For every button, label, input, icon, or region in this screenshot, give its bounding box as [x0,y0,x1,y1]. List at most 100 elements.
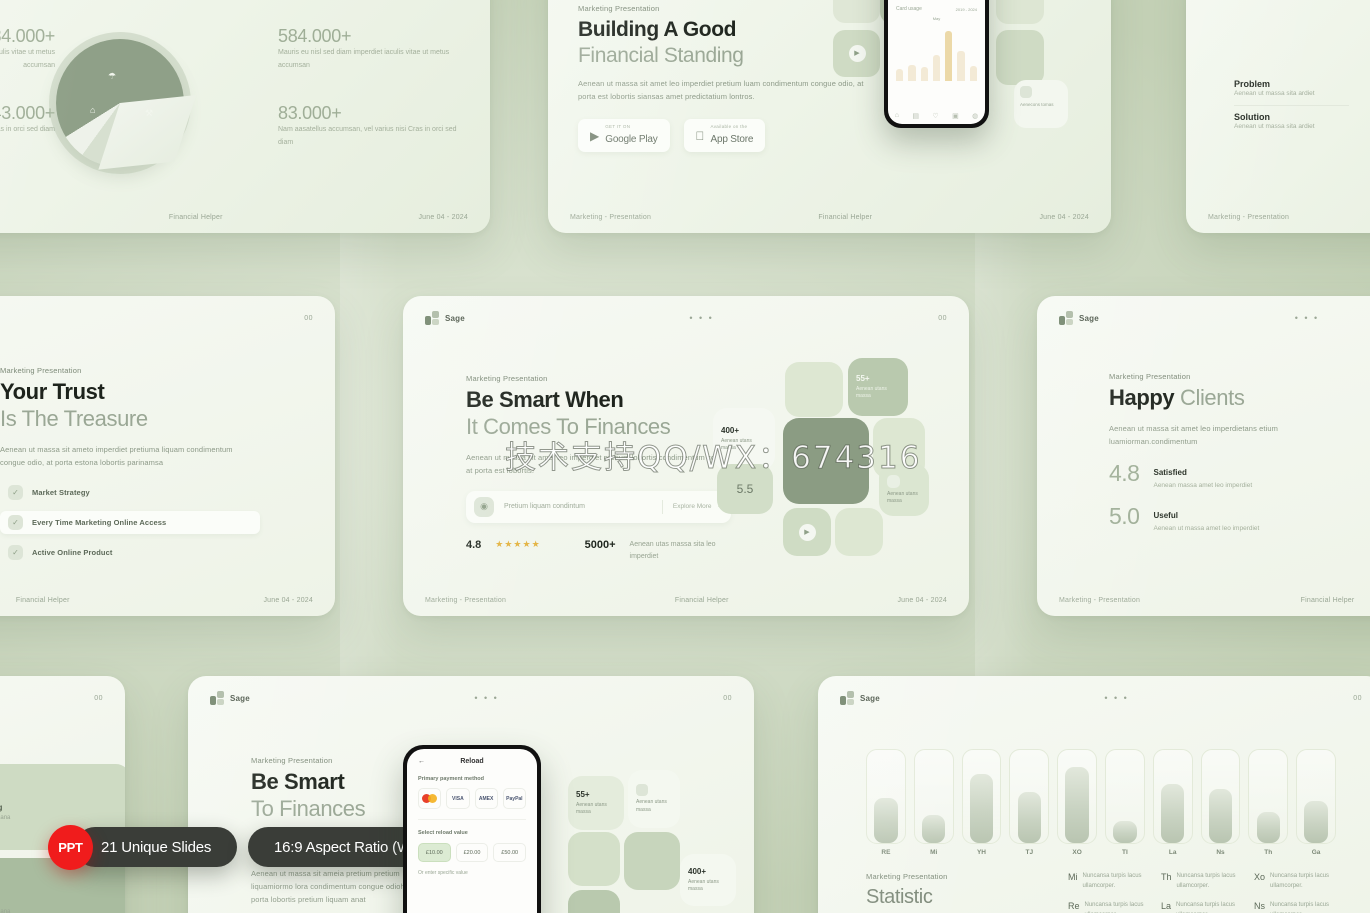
tile-icon [1020,86,1032,98]
checkbox-icon[interactable]: ✓ [8,544,23,560]
app-store-button[interactable]:  Available on the App Store [683,119,766,153]
search-bar[interactable]: ◉ Pretium liquam condintum Explore More … [466,490,731,523]
legend-value: Nuncansa turpis lacus ullamcorper. [1176,873,1236,889]
slide-saving-economic[interactable]: Saving Economic 284.000+ nk eu nisl sed … [0,0,490,233]
tile-label: Aenecons tomas [1020,102,1054,107]
slide-footer: Marketing - Presentation Financial Helpe… [1059,597,1370,604]
happy-title-light: Clients [1179,385,1245,410]
amount-option-20[interactable]: £20.00 [455,843,489,862]
building-copy: Marketing Presentation Building A Good F… [578,4,868,153]
trust-title-bold: Your Trust [0,379,105,404]
check-item-market-strategy[interactable]: ✓ Market Strategy [0,481,260,504]
percent-number: 8% [0,872,116,894]
play-icon[interactable]: ▶ [848,44,866,62]
legend-key: Ns [1254,901,1265,912]
statistic-bar-chart: RE Mi YH TJ XO TI La Ns Th Ga [866,736,1336,856]
footer-left: Marketing - Presentation [1208,214,1290,221]
amount-option-50[interactable]: £50.00 [493,843,527,862]
paypal-option[interactable]: PayPal [502,788,526,809]
google-play-icon: ▶ [590,128,600,143]
bar-track [961,749,1002,844]
google-play-button[interactable]: ▶ GET IT ON Google Play [578,119,670,153]
search-input[interactable]: Pretium liquam condintum [504,503,652,510]
bar-track [1009,749,1050,844]
slide-percentages[interactable]: 00 4% vertising gueria odio ana 8% afety… [0,676,125,913]
profile-icon[interactable]: ◍ [972,112,978,120]
phone-tabbar[interactable]: ⌂ ▤ ♡ ▣ ◍ [888,112,985,120]
bar-track [1248,749,1289,844]
brand-logo: Sage [840,691,880,705]
slide-be-smart-to-finances[interactable]: Sage • • • 00 Marketing Presentation Be … [188,676,754,913]
tile-sub: Aenean utans massa [721,437,752,452]
checkbox-icon[interactable]: ✓ [8,514,23,530]
tile-55-plus: 55+ Aenean utans massa [568,776,624,830]
slide-building-financial-standing[interactable]: Marketing Presentation Building A Good F… [548,0,1111,233]
usage-label: Card usage [896,6,922,12]
home-icon[interactable]: ⌂ [895,112,899,120]
bar-track [1057,749,1097,844]
usage-bar-chart [896,27,977,81]
pie-chart: ☂ ⌂ ⚒ [50,33,197,173]
mastercard-option[interactable] [418,788,442,809]
back-arrow-icon[interactable]: ← [418,758,425,765]
visa-option[interactable]: VISA [446,788,470,809]
stat-description: aasatellus accumsan, vel varius nisi Cra… [0,126,55,133]
search-icon[interactable]: ◉ [474,496,494,517]
sage-logo-icon [1059,311,1073,325]
custom-value-note[interactable]: Or enter specific value [418,870,526,876]
slide-header: Sage • • • 00 [425,310,947,326]
brand-name: Sage [860,693,880,703]
store-buttons: ▶ GET IT ON Google Play  Available on t… [578,119,868,153]
usage-range[interactable]: 2019 - 2024 [956,7,977,12]
slide-your-trust[interactable]: • • • 00 Marketing Presentation Your Tru… [0,296,335,616]
bar-track [1296,749,1336,844]
reload-amount-options[interactable]: £10.00 £20.00 £50.00 [418,843,527,862]
slide-footer: Marketing - Presentation Financial Helpe… [570,214,1089,221]
usage-row: Card usage 2019 - 2024 [896,6,977,12]
check-label: Market Strategy [32,487,90,497]
check-item-online-access[interactable]: ✓ Every Time Marketing Online Access [0,510,260,534]
checkbox-icon[interactable]: ✓ [8,484,23,500]
store-main: Google Play [605,134,658,146]
check-item-active-product[interactable]: ✓ Active Online Product [0,541,260,564]
stat-description: nk eu nisl sed diam imperdiet iaculis vi… [0,49,55,69]
tile-play[interactable]: ▶ [783,508,831,556]
play-icon[interactable]: ▶ [798,523,816,541]
brand-logo: Sage [1059,311,1099,325]
stat-description: Nam aasatellus accumsan, vel varius nisi… [278,126,457,146]
tile-grid: 55+ Aenean utans massa Aenean utans mass… [558,770,748,913]
brand-name: Sage [230,693,250,703]
page-number: 00 [94,694,103,702]
star-rating-icon: ★★★★★ [495,538,541,549]
tile-55-plus: 55+ Aenean utans massa [848,358,908,416]
slide-solution[interactable]: So Aenean u Problem Aenean ut massa sita… [1186,0,1370,233]
play-tile[interactable]: ▶ [834,30,880,76]
eyebrow: Marketing Presentation [251,756,333,765]
tile-number: 400+ [721,425,740,435]
card-icon[interactable]: ▣ [952,112,959,120]
bar [921,815,946,843]
tile-icon [887,474,900,488]
eyebrow: Marketing Presentation [0,366,82,375]
legend-key: Xo [1254,872,1266,882]
phone-screen: + Total card balance Extra reload £144.8… [888,0,985,124]
sage-logo-icon [840,691,854,705]
legend-item: Th Nuncansa turpis lacus ullamcorper. [1161,872,1246,891]
wallet-icon[interactable]: ▤ [912,112,919,120]
amount-option-10[interactable]: £10.00 [418,843,451,862]
besmart-copy: Marketing Presentation Be Smart When It … [466,374,756,563]
slide-statistic[interactable]: Sage • • • 00 RE Mi YH TJ XO TI La Ns Th… [818,676,1370,913]
explore-more-button[interactable]: Explore More ✦ [673,503,723,511]
happy-title: Happy Clients [1109,385,1324,412]
metric-number: 4.8 [1109,460,1140,487]
metric-satisfied: 4.8 Satisfied Aenean massa amet leo impe… [1109,462,1324,491]
check-label: Every Time Marketing Online Access [32,517,167,527]
amex-option[interactable]: AMEX [474,788,498,809]
bar [908,64,916,81]
payment-method-options[interactable]: VISA AMEX PayPal [418,788,526,809]
slide-happy-clients[interactable]: Sage • • • Marketing Presentation Happy … [1037,296,1370,616]
tile-400-plus: 400+ Aenean utans massa [680,854,736,906]
bar-track [866,749,906,844]
slide-be-smart-when[interactable]: Sage • • • 00 Marketing Presentation Be … [403,296,969,616]
heart-icon[interactable]: ♡ [932,112,938,120]
